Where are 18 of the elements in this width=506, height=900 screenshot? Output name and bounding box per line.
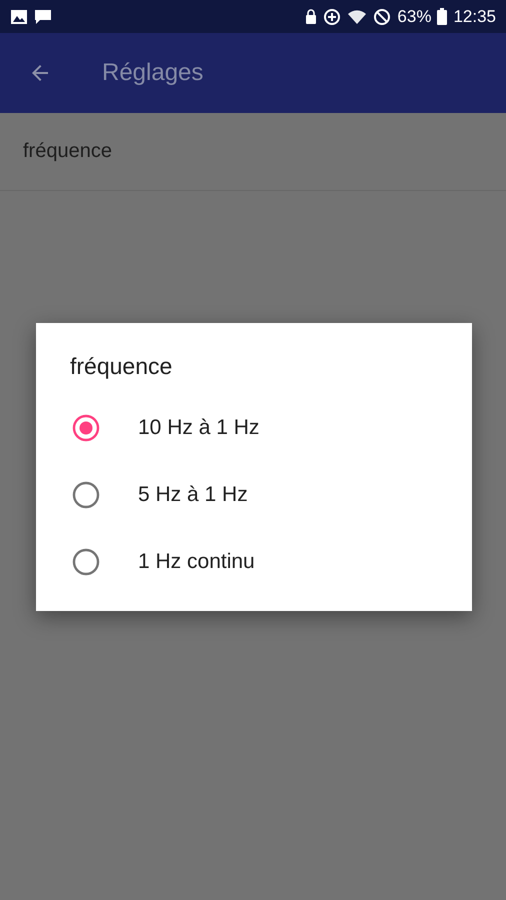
settings-item[interactable]: fréquence — [0, 113, 506, 191]
radio-button[interactable] — [72, 414, 100, 442]
radio-button[interactable] — [72, 480, 100, 508]
radio-button[interactable] — [72, 548, 100, 576]
blocked-icon — [373, 8, 392, 26]
image-icon — [10, 8, 28, 24]
screen-title: Réglages — [102, 59, 204, 87]
radio-option[interactable]: 5 Hz à 1 Hz — [36, 461, 472, 528]
radio-option[interactable]: 10 Hz à 1 Hz — [36, 394, 472, 461]
wifi-icon — [347, 8, 368, 24]
battery-percent: 63% — [397, 6, 432, 26]
dialog-title: fréquence — [70, 353, 174, 380]
chat-icon — [34, 8, 52, 24]
battery-icon — [437, 8, 448, 25]
clock-time: 12:35 — [453, 6, 496, 26]
lock-icon — [305, 8, 318, 24]
radio-option[interactable]: 1 Hz continu — [36, 528, 472, 595]
data-saver-icon — [323, 8, 342, 26]
